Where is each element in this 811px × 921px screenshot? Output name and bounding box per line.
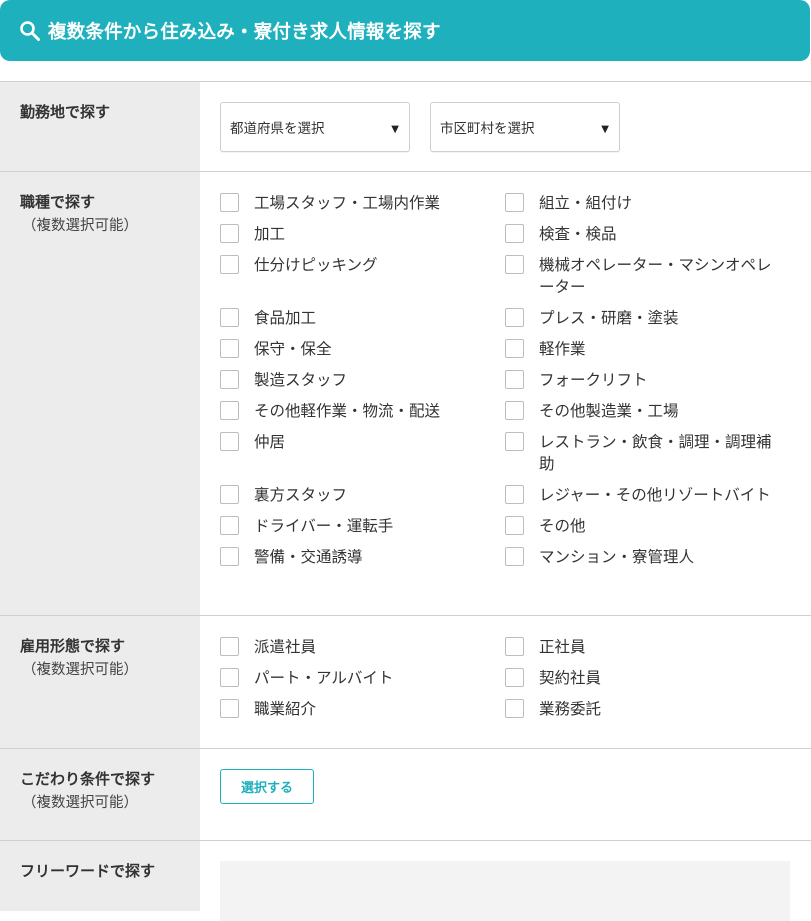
job-type-option[interactable]: その他製造業・工場 — [505, 400, 795, 422]
employment-option[interactable]: 業務委託 — [505, 698, 795, 720]
checkbox[interactable] — [220, 401, 239, 420]
job-type-option[interactable]: レストラン・飲食・調理・調理補助 — [505, 431, 795, 475]
location-label-cell: 勤務地で探す — [0, 82, 200, 171]
checkbox[interactable] — [505, 516, 524, 535]
job-type-option[interactable]: 機械オペレーター・マシンオペレーター — [505, 254, 795, 298]
checkbox[interactable] — [505, 308, 524, 327]
employment-content: 派遣社員 正社員 パート・アルバイト 契約社員 職業紹介 業務委託 — [200, 616, 811, 748]
job-type-option[interactable]: 工場スタッフ・工場内作業 — [220, 192, 505, 214]
job-type-option[interactable]: 警備・交通誘導 — [220, 546, 505, 568]
location-row: 勤務地で探す 都道府県を選択 ▼ 市区町村を選択 ▼ — [0, 82, 811, 172]
job-type-option[interactable]: その他軽作業・物流・配送 — [220, 400, 505, 422]
conditions-content: 選択する — [200, 749, 811, 840]
select-conditions-button[interactable]: 選択する — [220, 769, 314, 804]
job-type-option[interactable]: フォークリフト — [505, 369, 795, 391]
employment-option[interactable]: 派遣社員 — [220, 636, 505, 658]
employment-option[interactable]: 正社員 — [505, 636, 795, 658]
freeword-label: フリーワードで探す — [20, 862, 156, 880]
city-select[interactable]: 市区町村を選択 ▼ — [430, 102, 620, 152]
checkbox[interactable] — [220, 370, 239, 389]
checkbox[interactable] — [505, 339, 524, 358]
prefecture-select[interactable]: 都道府県を選択 ▼ — [220, 102, 410, 152]
checkbox[interactable] — [220, 339, 239, 358]
checkbox[interactable] — [220, 637, 239, 656]
checkbox[interactable] — [505, 547, 524, 566]
checkbox[interactable] — [505, 401, 524, 420]
employment-label-cell: 雇用形態で探す （複数選択可能） — [0, 616, 200, 748]
multi-select-note: （複数選択可能） — [22, 218, 138, 234]
checkbox[interactable] — [220, 432, 239, 451]
job-type-option[interactable]: 加工 — [220, 223, 505, 245]
checkbox[interactable] — [220, 308, 239, 327]
job-type-option[interactable]: その他 — [505, 515, 795, 537]
checkbox[interactable] — [505, 255, 524, 274]
employment-option[interactable]: 職業紹介 — [220, 698, 505, 720]
job-type-option[interactable]: 仲居 — [220, 431, 505, 475]
search-icon — [19, 20, 41, 42]
job-type-option[interactable]: 食品加工 — [220, 307, 505, 329]
freeword-row: フリーワードで探す — [0, 841, 811, 921]
employment-option[interactable]: パート・アルバイト — [220, 667, 505, 689]
freeword-content — [200, 841, 811, 921]
employment-option[interactable]: 契約社員 — [505, 667, 795, 689]
dropdown-arrow-icon: ▼ — [391, 124, 399, 135]
job-type-option[interactable]: マンション・寮管理人 — [505, 546, 795, 568]
dropdown-arrow-icon: ▼ — [601, 124, 609, 135]
freeword-input[interactable] — [220, 861, 790, 921]
employment-row: 雇用形態で探す （複数選択可能） 派遣社員 正社員 パート・アルバイト 契約社員… — [0, 616, 811, 749]
job-type-label: 職種で探す — [20, 193, 96, 211]
checkbox[interactable] — [505, 668, 524, 687]
checkbox[interactable] — [220, 255, 239, 274]
job-type-option[interactable]: 裏方スタッフ — [220, 484, 505, 506]
job-type-option[interactable]: 組立・組付け — [505, 192, 795, 214]
multi-select-note: （複数選択可能） — [22, 662, 138, 678]
checkbox[interactable] — [220, 485, 239, 504]
job-type-content: 工場スタッフ・工場内作業 組立・組付け 加工 検査・検品 仕分けピッキング 機械… — [200, 172, 811, 615]
search-form: 勤務地で探す 都道府県を選択 ▼ 市区町村を選択 ▼ 職種で探す （複数選択可能… — [0, 81, 811, 921]
job-type-option[interactable]: 検査・検品 — [505, 223, 795, 245]
job-type-label-cell: 職種で探す （複数選択可能） — [0, 172, 200, 615]
checkbox[interactable] — [505, 699, 524, 718]
job-type-option[interactable]: レジャー・その他リゾートバイト — [505, 484, 795, 506]
job-type-option[interactable]: 保守・保全 — [220, 338, 505, 360]
checkbox[interactable] — [505, 224, 524, 243]
multi-select-note: （複数選択可能） — [22, 795, 138, 811]
job-type-option[interactable]: プレス・研磨・塗装 — [505, 307, 795, 329]
city-select-value: 市区町村を選択 — [440, 121, 535, 137]
checkbox[interactable] — [505, 432, 524, 451]
page-title: 複数条件から住み込み・寮付き求人情報を探す — [48, 21, 441, 43]
checkbox[interactable] — [505, 193, 524, 212]
job-type-option[interactable]: ドライバー・運転手 — [220, 515, 505, 537]
job-type-option[interactable]: 製造スタッフ — [220, 369, 505, 391]
job-type-option[interactable]: 軽作業 — [505, 338, 795, 360]
freeword-label-cell: フリーワードで探す — [0, 841, 200, 911]
conditions-label: こだわり条件で探す — [20, 770, 156, 788]
job-type-row: 職種で探す （複数選択可能） 工場スタッフ・工場内作業 組立・組付け 加工 検査… — [0, 172, 811, 616]
checkbox[interactable] — [220, 668, 239, 687]
prefecture-select-value: 都道府県を選択 — [230, 121, 325, 137]
checkbox[interactable] — [505, 637, 524, 656]
checkbox[interactable] — [505, 485, 524, 504]
conditions-row: こだわり条件で探す （複数選択可能） 選択する — [0, 749, 811, 841]
search-header: 複数条件から住み込み・寮付き求人情報を探す — [0, 0, 810, 61]
job-type-checklist: 工場スタッフ・工場内作業 組立・組付け 加工 検査・検品 仕分けピッキング 機械… — [220, 192, 811, 568]
checkbox[interactable] — [505, 370, 524, 389]
checkbox[interactable] — [220, 699, 239, 718]
location-label: 勤務地で探す — [20, 103, 111, 121]
checkbox[interactable] — [220, 193, 239, 212]
conditions-label-cell: こだわり条件で探す （複数選択可能） — [0, 749, 200, 840]
job-type-option[interactable]: 仕分けピッキング — [220, 254, 505, 298]
checkbox[interactable] — [220, 547, 239, 566]
employment-label: 雇用形態で探す — [20, 637, 126, 655]
checkbox[interactable] — [220, 224, 239, 243]
location-content: 都道府県を選択 ▼ 市区町村を選択 ▼ — [200, 82, 811, 171]
checkbox[interactable] — [220, 516, 239, 535]
employment-checklist: 派遣社員 正社員 パート・アルバイト 契約社員 職業紹介 業務委託 — [220, 636, 811, 720]
